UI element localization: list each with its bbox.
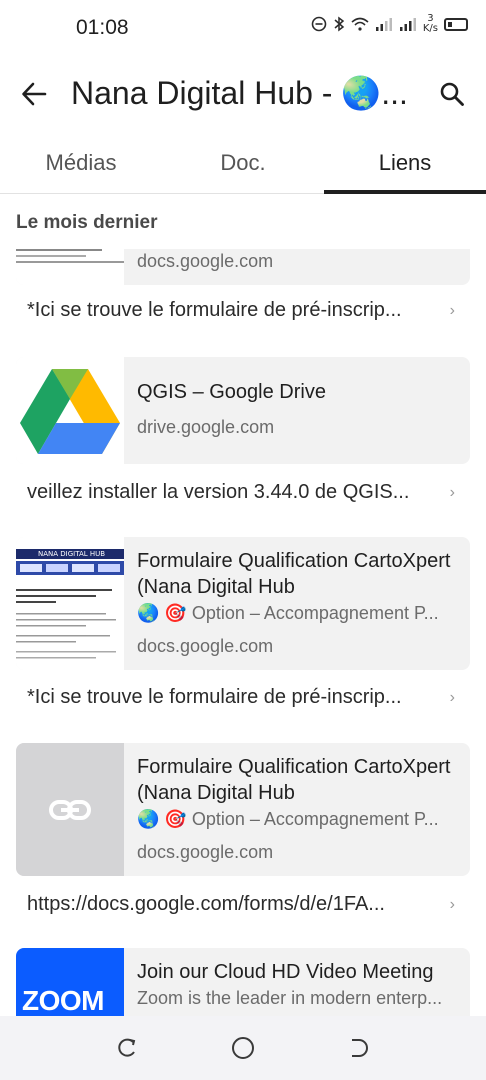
- link-description: 🌏 🎯 Option – Accompagnement P...: [137, 603, 439, 623]
- search-button[interactable]: [432, 74, 472, 114]
- tab-bar: Médias Doc. Liens: [0, 138, 486, 194]
- tab-medias[interactable]: Médias: [0, 138, 162, 193]
- link-card[interactable]: docs.google.com: [16, 249, 470, 285]
- form-thumbnail: NANA DIGITAL HUB: [16, 537, 124, 670]
- home-button[interactable]: [228, 1033, 258, 1063]
- system-nav-bar: [0, 1016, 486, 1080]
- section-label: Le mois dernier: [16, 212, 158, 233]
- link-card[interactable]: Formulaire Qualification CartoXpert (Nan…: [16, 743, 470, 876]
- app-header: Nana Digital Hub - 🌏...: [0, 60, 486, 128]
- link-title: Formulaire Qualification CartoXpert (Nan…: [137, 550, 451, 598]
- status-bar: 01:08 3 K/s: [0, 0, 486, 52]
- link-icon: [49, 799, 91, 820]
- back-button[interactable]: [14, 74, 54, 114]
- link-card[interactable]: zoom Join our Cloud HD Video Meeting Zoo…: [16, 948, 470, 1016]
- tab-links[interactable]: Liens: [324, 138, 486, 194]
- link-description: Zoom is the leader in modern enterp...: [137, 988, 443, 1008]
- link-message[interactable]: veillez installer la version 3.44.0 de Q…: [27, 481, 467, 504]
- tab-documents[interactable]: Doc.: [162, 138, 324, 193]
- signal-icon-2: [399, 17, 417, 31]
- signal-icon: [375, 17, 393, 31]
- chevron-right-icon: ›: [449, 895, 455, 913]
- zoom-logo: zoom: [16, 948, 124, 1016]
- bluetooth-icon: [333, 16, 345, 32]
- link-title: Join our Cloud HD Video Meeting: [137, 961, 434, 983]
- link-message[interactable]: https://docs.google.com/forms/d/e/1FA...…: [27, 893, 467, 916]
- recents-icon: [118, 1038, 136, 1057]
- wifi-icon: [351, 17, 369, 31]
- recents-button[interactable]: [112, 1033, 142, 1063]
- search-icon: [440, 82, 464, 106]
- link-placeholder-thumbnail: [16, 743, 124, 876]
- link-domain: docs.google.com: [137, 251, 274, 271]
- link-domain: drive.google.com: [137, 417, 275, 437]
- status-time: 01:08: [76, 16, 129, 39]
- link-message[interactable]: *Ici se trouve le formulaire de pré-insc…: [27, 299, 467, 322]
- link-title: Formulaire Qualification CartoXpert (Nan…: [137, 756, 451, 804]
- link-title: QGIS – Google Drive: [137, 381, 326, 403]
- form-thumbnail: [16, 249, 124, 285]
- chevron-right-icon: ›: [449, 301, 455, 319]
- page-title[interactable]: Nana Digital Hub - 🌏...: [71, 74, 421, 112]
- do-not-disturb-icon: [311, 16, 327, 32]
- link-description: 🌏 🎯 Option – Accompagnement P...: [137, 809, 439, 829]
- link-card[interactable]: QGIS – Google Drive drive.google.com: [16, 357, 470, 464]
- chevron-right-icon: ›: [449, 688, 455, 706]
- link-message[interactable]: *Ici se trouve le formulaire de pré-insc…: [27, 686, 467, 709]
- link-domain: docs.google.com: [137, 636, 274, 656]
- status-icons: 3 K/s: [311, 14, 468, 34]
- link-card[interactable]: NANA DIGITAL HUB Formulaire Qualificatio…: [16, 537, 470, 670]
- battery-icon: [444, 17, 468, 31]
- arrow-left-icon: [22, 82, 47, 106]
- back-nav-button[interactable]: [344, 1033, 374, 1063]
- back-gesture-icon: [352, 1039, 368, 1057]
- google-drive-logo: [16, 357, 124, 464]
- link-domain: docs.google.com: [137, 842, 274, 862]
- home-icon: [232, 1037, 254, 1059]
- chevron-right-icon: ›: [449, 483, 455, 501]
- network-speed: 3 K/s: [422, 13, 438, 34]
